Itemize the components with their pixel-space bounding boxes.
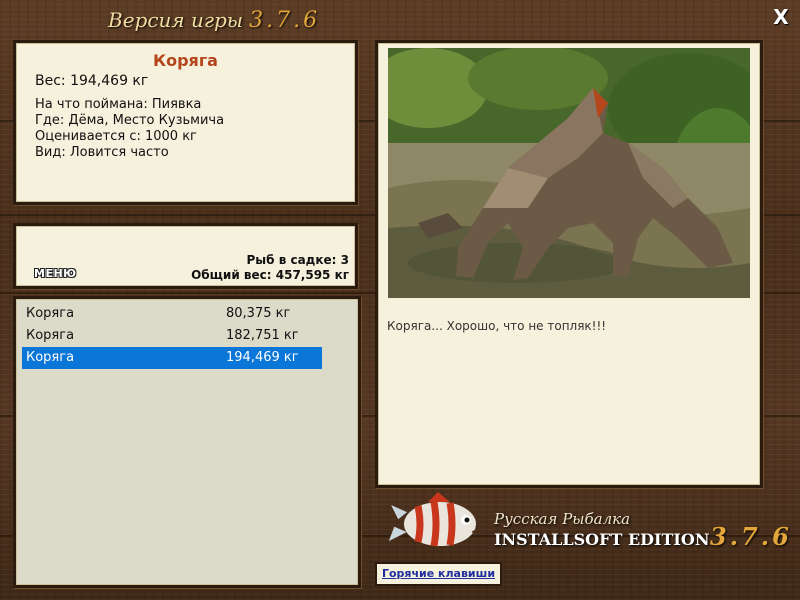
fish-photo-panel: Коряга... Хорошо, что не топляк!!!: [375, 40, 763, 488]
catch-item-weight: 194,469 кг: [226, 350, 299, 365]
catch-item-name: Коряга: [26, 350, 75, 365]
catch-list-item-selected[interactable]: Коряга 194,469 кг: [22, 347, 322, 369]
brand-version: 3.7.6: [710, 522, 792, 551]
brand-title: Русская Рыбалка: [494, 510, 631, 528]
version-title: Версия игры 3.7.6: [108, 8, 320, 33]
close-icon[interactable]: X: [770, 6, 792, 28]
catch-item-name: Коряга: [26, 306, 75, 321]
catch-list-panel: Коряга 80,375 кг Коряга 182,751 кг Коряг…: [13, 296, 361, 588]
catch-item-weight: 182,751 кг: [226, 328, 299, 343]
title-bar: Версия игры 3.7.6 X: [0, 0, 800, 38]
catch-item-weight: 80,375 кг: [226, 306, 291, 321]
keepnet-stats: Рыб в садке: 3 Общий вес: 457,595 кг: [191, 253, 349, 283]
fish-logo-icon: [388, 492, 478, 547]
keepnet-stats-panel: МЕНЮ Рыб в садке: 3 Общий вес: 457,595 к…: [13, 223, 358, 289]
brand-edition: INSTALLSOFT EDITION: [494, 530, 710, 549]
hotkeys-button[interactable]: Горячие клавиши: [375, 562, 502, 586]
driftwood-illustration: [388, 48, 750, 298]
fish-info-panel: Коряга Вес: 194,469 кг На что поймана: П…: [13, 40, 358, 205]
fish-detail-kind: Вид: Ловится часто: [35, 145, 169, 160]
version-number: 3.7.6: [249, 8, 321, 33]
total-weight: Общий вес: 457,595 кг: [191, 268, 349, 282]
fish-name: Коряга: [153, 51, 218, 70]
catch-list-item[interactable]: Коряга 182,751 кг: [22, 325, 322, 347]
catch-list: Коряга 80,375 кг Коряга 182,751 кг Коряг…: [22, 303, 322, 369]
fish-detail-bait: На что поймана: Пиявка: [35, 97, 202, 112]
fish-weight: Вес: 194,469 кг: [35, 73, 149, 89]
fish-count: Рыб в садке: 3: [246, 253, 350, 267]
menu-button[interactable]: МЕНЮ: [34, 267, 77, 281]
version-title-text: Версия игры: [108, 8, 244, 32]
catch-list-item[interactable]: Коряга 80,375 кг: [22, 303, 322, 325]
catch-item-name: Коряга: [26, 328, 75, 343]
photo-caption: Коряга... Хорошо, что не топляк!!!: [387, 319, 607, 333]
game-brand: Русская Рыбалка INSTALLSOFT EDITION 3.7.…: [380, 490, 795, 560]
driftwood-photo: [388, 48, 750, 298]
fish-detail-valuation: Оценивается с: 1000 кг: [35, 129, 197, 144]
fish-detail-location: Где: Дёма, Место Кузьмича: [35, 113, 225, 128]
